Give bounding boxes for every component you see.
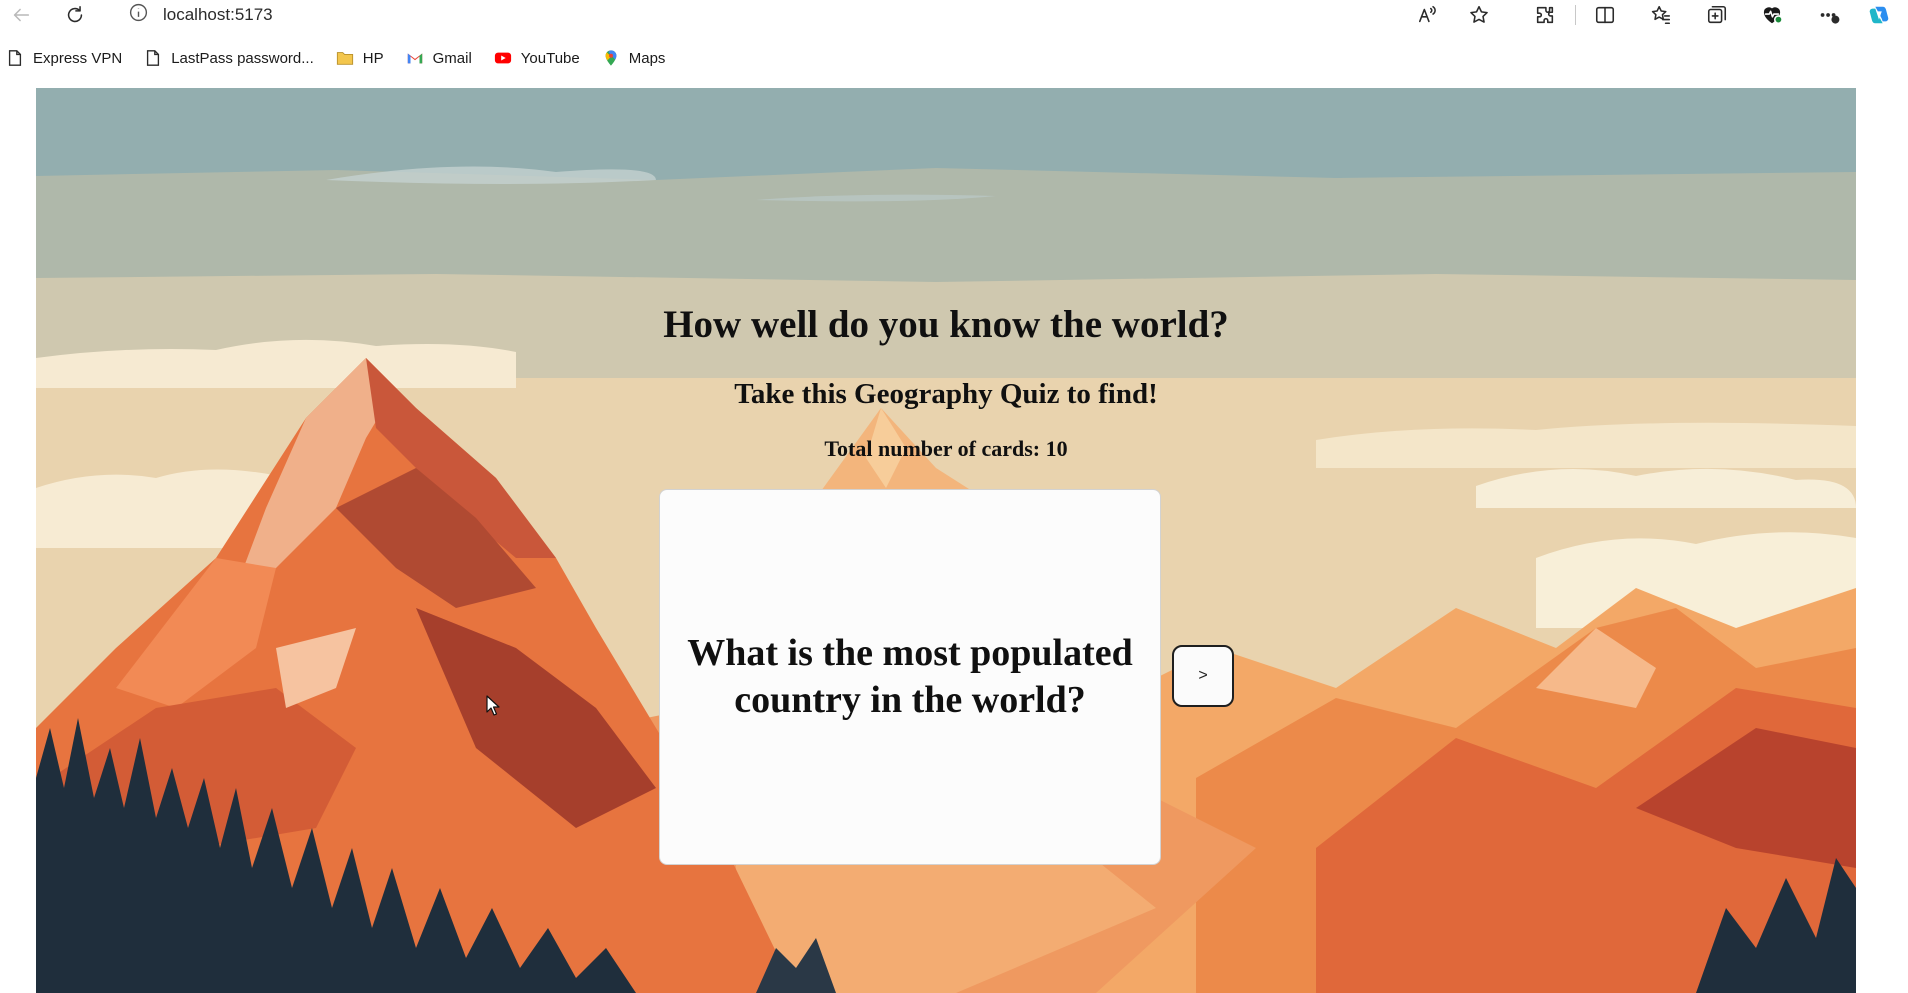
youtube-icon	[494, 52, 511, 64]
bookmark-label: YouTube	[520, 49, 580, 67]
extensions-button[interactable]	[1528, 0, 1562, 30]
refresh-button[interactable]	[58, 0, 92, 30]
extensions-icon	[1536, 6, 1554, 24]
bookmark-gmail[interactable]: Gmail	[406, 49, 472, 67]
more-button[interactable]	[1812, 0, 1846, 30]
browser-essentials-button[interactable]	[1755, 0, 1789, 30]
quiz-content: How well do you know the world? Take thi…	[36, 88, 1856, 993]
refresh-icon	[67, 5, 83, 23]
bookmark-youtube[interactable]: YouTube	[494, 49, 580, 67]
page-title: How well do you know the world?	[663, 303, 1229, 346]
maps-icon	[605, 50, 617, 66]
back-button[interactable]	[4, 0, 38, 30]
address-bar[interactable]: localhost:5173	[128, 0, 273, 30]
bookmarks-bar: Express VPN LastPass password... HP Gmai…	[0, 44, 681, 72]
read-aloud-button[interactable]	[1411, 0, 1445, 30]
split-screen-button[interactable]	[1588, 0, 1622, 30]
back-icon	[13, 8, 30, 22]
bookmark-hp[interactable]: HP	[336, 49, 384, 67]
page-subtitle: Take this Geography Quiz to find!	[734, 378, 1158, 410]
flashcard-question: What is the most populated country in th…	[687, 631, 1133, 722]
collections-button[interactable]	[1700, 0, 1734, 30]
bookmark-label: HP	[362, 49, 384, 67]
more-icon	[1820, 13, 1840, 24]
bookmark-maps[interactable]: Maps	[602, 49, 666, 67]
favorites-button[interactable]	[1644, 0, 1678, 30]
quiz-page: How well do you know the world? Take thi…	[36, 88, 1856, 993]
copilot-button[interactable]	[1862, 0, 1896, 30]
favorite-star-icon	[1470, 5, 1488, 23]
address-url[interactable]: localhost:5173	[163, 5, 273, 25]
flashcard[interactable]: What is the most populated country in th…	[659, 489, 1161, 865]
page-scrollbar-area	[1856, 88, 1908, 993]
page-icon	[8, 50, 22, 66]
card-count: Total number of cards: 10	[36, 436, 1856, 462]
favorites-icon	[1651, 5, 1671, 25]
collections-icon	[1707, 5, 1727, 24]
card-count-value: 10	[1045, 436, 1068, 461]
page-icon	[147, 50, 160, 66]
bookmark-express-vpn[interactable]: Express VPN	[6, 49, 122, 67]
folder-icon	[336, 52, 353, 65]
bookmark-label: Maps	[628, 49, 666, 67]
browser-essentials-icon	[1763, 7, 1783, 25]
bookmark-label: Express VPN	[33, 49, 123, 67]
browser-toolbar: localhost:5173	[0, 0, 1908, 30]
gmail-icon	[407, 53, 422, 64]
split-screen-icon	[1595, 6, 1615, 24]
bookmark-label: Gmail	[432, 49, 472, 67]
site-info-icon[interactable]	[128, 2, 149, 28]
favorite-star-button[interactable]	[1462, 0, 1496, 30]
toolbar-divider	[1575, 5, 1576, 25]
bookmark-label: LastPass password...	[171, 49, 314, 67]
read-aloud-icon	[1418, 5, 1436, 23]
next-card-button[interactable]: >	[1172, 645, 1234, 707]
bookmark-lastpass[interactable]: LastPass password...	[144, 49, 314, 67]
card-count-label: Total number of cards:	[824, 436, 1041, 461]
copilot-icon	[1869, 6, 1889, 24]
mouse-cursor-icon	[486, 695, 500, 716]
